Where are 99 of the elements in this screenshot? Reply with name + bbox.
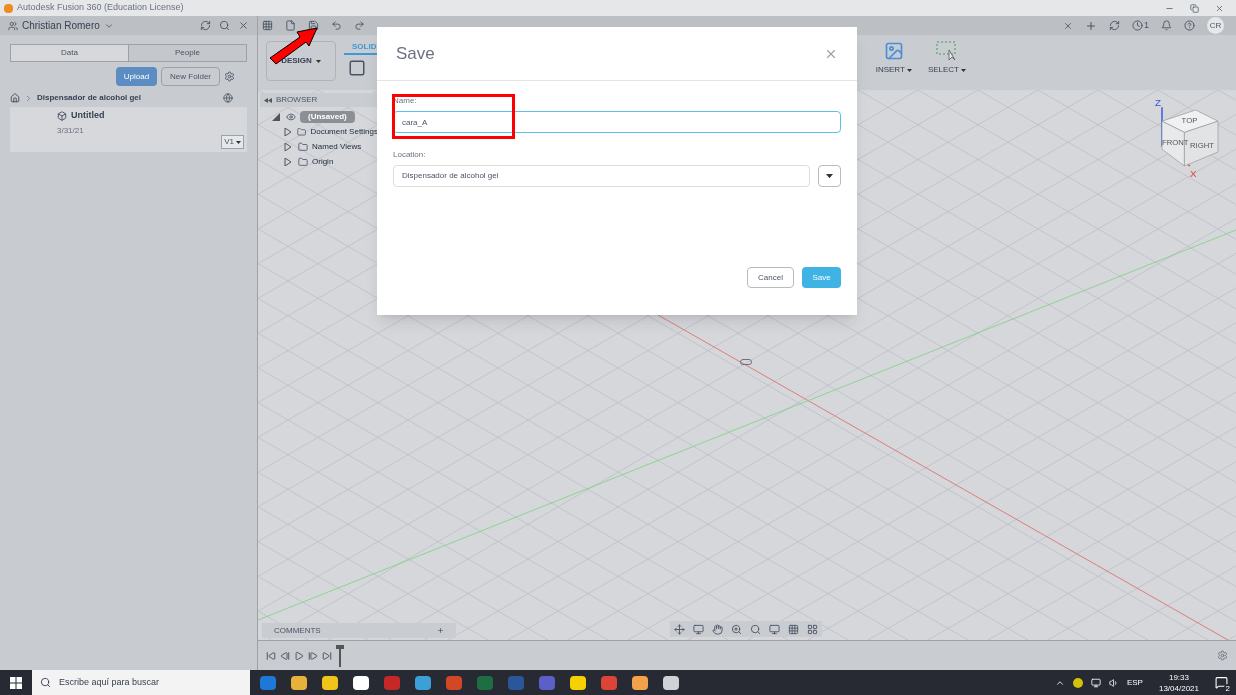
job-status-icon[interactable] (1132, 20, 1143, 31)
team-icon (8, 20, 18, 31)
version-dropdown[interactable]: V1 (221, 135, 244, 149)
bell-icon[interactable] (1161, 20, 1172, 31)
collapsed-triangle-icon[interactable] (284, 142, 294, 151)
caret-icon (315, 59, 321, 63)
tray-app-icon[interactable] (1072, 677, 1083, 688)
globe-icon[interactable] (223, 93, 233, 103)
undo-icon[interactable] (331, 20, 342, 31)
arrow-annotation (267, 25, 319, 65)
taskbar-search-field[interactable]: Escribe aquí para buscar (32, 670, 250, 695)
apps-grid-icon[interactable] (262, 20, 273, 31)
app-icon[interactable] (291, 675, 307, 690)
viewports-icon[interactable] (807, 623, 818, 635)
breadcrumb[interactable]: Dispensador de alcohol gel (37, 92, 142, 104)
network-icon[interactable] (1090, 677, 1101, 688)
zoom-icon[interactable] (731, 623, 742, 635)
comments-title: COMMENTS (274, 624, 321, 637)
timeline-marker-icon[interactable] (336, 644, 344, 667)
search-icon (40, 677, 51, 688)
last-frame-icon[interactable] (322, 650, 332, 661)
image-icon[interactable] (883, 41, 904, 61)
folder-icon (298, 141, 308, 152)
collapsed-triangle-icon[interactable] (284, 157, 294, 166)
file-card[interactable]: Untitled 3/31/21 V1 (10, 107, 247, 152)
app-icon[interactable] (322, 675, 338, 690)
sync-icon[interactable] (1109, 20, 1120, 31)
language-indicator[interactable]: ESP (1126, 676, 1143, 689)
dialog-title: Save (396, 42, 435, 65)
chevron-right-icon (24, 93, 33, 103)
first-frame-icon[interactable] (266, 650, 276, 661)
view-cube-drawing[interactable]: TOP FRONT RIGHT Z X (1148, 96, 1232, 180)
notification-count: 2 (1223, 684, 1232, 693)
add-comment-icon[interactable] (437, 627, 444, 634)
volume-icon[interactable] (1108, 677, 1119, 688)
settings-icon[interactable] (1217, 650, 1228, 661)
folder-icon (298, 156, 308, 167)
upload-button[interactable]: Upload (115, 67, 158, 86)
field-label: Location: (393, 149, 427, 161)
caret-icon (236, 140, 241, 144)
refresh-icon[interactable] (200, 20, 211, 31)
window-title: Autodesk Fusion 360 (Education License) (17, 1, 184, 15)
ribbon-group-label[interactable]: SELECT (927, 64, 966, 76)
folder-icon (297, 126, 307, 137)
fit-icon[interactable] (750, 623, 761, 635)
display-settings-icon[interactable] (769, 623, 780, 635)
ribbon-group-label[interactable]: INSERT (875, 64, 912, 76)
location-dropdown-button[interactable] (818, 165, 841, 187)
app-icon[interactable] (570, 675, 586, 690)
next-step-icon[interactable] (308, 650, 318, 661)
tab[interactable]: Data (11, 45, 128, 61)
location-field[interactable]: Dispensador de alcohol gel (393, 165, 810, 187)
eye-icon[interactable] (286, 111, 296, 122)
close-icon[interactable] (238, 20, 249, 31)
help-icon[interactable] (1184, 20, 1195, 31)
app-logo-icon (4, 3, 13, 13)
avatar[interactable]: CR (1207, 17, 1224, 34)
collapsed-triangle-icon[interactable] (284, 127, 294, 136)
search-icon[interactable] (219, 20, 230, 31)
panel-title: BROWSER (276, 94, 318, 106)
tree-item[interactable]: Origin (312, 155, 334, 168)
caret-icon (826, 173, 833, 179)
pan-icon[interactable] (712, 623, 723, 635)
app-icon[interactable] (353, 675, 369, 690)
clock-date[interactable]: 13/04/2021 (1158, 682, 1199, 694)
box-icon (57, 110, 67, 121)
close-tab-icon[interactable] (1063, 20, 1073, 31)
orbit-icon[interactable] (674, 623, 685, 635)
look-at-icon[interactable] (693, 623, 704, 635)
new-folder-button[interactable]: New Folder (161, 67, 220, 86)
tree-item[interactable]: Document Settings (310, 125, 378, 138)
start-icon[interactable] (10, 676, 22, 689)
settings-icon[interactable] (224, 71, 235, 82)
expanded-triangle-icon[interactable] (272, 112, 282, 121)
file-icon[interactable] (285, 20, 296, 31)
job-count: 1 (1144, 18, 1149, 32)
new-tab-icon[interactable] (1085, 19, 1097, 32)
pivot-icon (740, 359, 752, 365)
grid-settings-icon[interactable] (788, 623, 799, 635)
app-icon[interactable] (632, 675, 648, 690)
cancel-button[interactable]: Cancel (747, 267, 794, 288)
clock-time[interactable]: 19:33 (1168, 671, 1189, 683)
collapse-icon[interactable] (264, 97, 272, 103)
tree-item[interactable]: Named Views (312, 140, 362, 153)
file-name: Untitled (71, 109, 105, 122)
select-box-icon[interactable] (935, 41, 958, 61)
save-icon[interactable] (308, 20, 319, 31)
notifications-icon[interactable] (1215, 676, 1228, 689)
caret-icon (961, 68, 966, 72)
app-icon[interactable] (663, 675, 679, 690)
previous-step-icon[interactable] (280, 650, 290, 661)
home-icon[interactable] (10, 93, 20, 103)
restore-icon[interactable] (1190, 3, 1199, 13)
tab[interactable]: People (128, 45, 246, 61)
caret-icon (906, 68, 912, 72)
close-icon[interactable] (1215, 3, 1224, 13)
play-icon[interactable] (294, 650, 304, 661)
redo-icon[interactable] (354, 20, 365, 31)
file-date: 3/31/21 (57, 124, 85, 137)
